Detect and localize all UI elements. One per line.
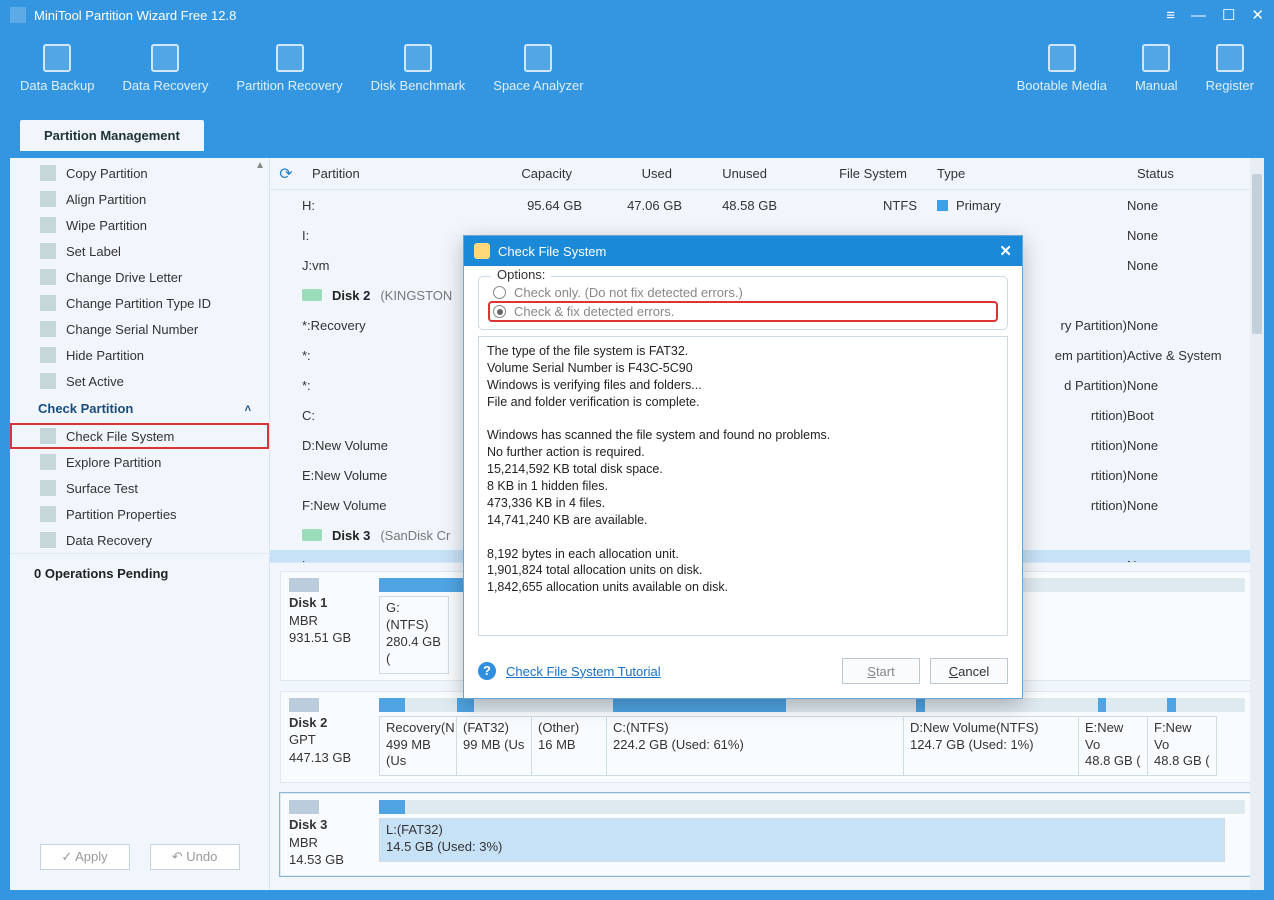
sidebar-item-align-partition[interactable]: Align Partition <box>10 186 269 212</box>
sidebar-item-check-file-system[interactable]: Check File System <box>10 423 269 449</box>
tab-strip: Partition Management <box>0 120 1274 151</box>
partition-recovery-button[interactable]: Partition Recovery <box>222 38 356 120</box>
sidebar-item-hide-partition[interactable]: Hide Partition <box>10 342 269 368</box>
main-toolbar: Data Backup Data Recovery Partition Reco… <box>0 30 1274 120</box>
sidebar-item-wipe-partition[interactable]: Wipe Partition <box>10 212 269 238</box>
data-recovery-button[interactable]: Data Recovery <box>108 38 222 120</box>
label-icon <box>40 243 56 259</box>
disk-map-2[interactable]: Disk 2GPT447.13 GB Recovery(N499 MB (Us(… <box>280 691 1254 784</box>
disk-map-3[interactable]: Disk 3MBR14.53 GB L:(FAT32)14.5 GB (Used… <box>280 793 1254 876</box>
radio-checked-icon <box>493 305 506 318</box>
chevron-up-icon: ˄ <box>245 403 251 415</box>
col-filesystem[interactable]: File System <box>777 166 917 181</box>
manual-button[interactable]: Manual <box>1121 38 1192 120</box>
usb-icon <box>1048 44 1076 72</box>
id-icon <box>40 295 56 311</box>
col-status[interactable]: Status <box>1127 166 1264 181</box>
title-bar: MiniTool Partition Wizard Free 12.8 ≡ — … <box>0 0 1274 30</box>
properties-icon <box>40 506 56 522</box>
disk-icon <box>302 289 322 301</box>
dialog-close-icon[interactable]: ✕ <box>999 242 1012 260</box>
explore-icon <box>40 454 56 470</box>
benchmark-icon <box>404 44 432 72</box>
bootable-media-button[interactable]: Bootable Media <box>1003 38 1121 120</box>
close-icon[interactable]: ✕ <box>1251 6 1264 24</box>
recovery-icon <box>151 44 179 72</box>
vertical-scrollbar[interactable] <box>1250 158 1264 890</box>
scroll-up-icon[interactable]: ▲ <box>255 160 265 171</box>
sidebar-item-set-label[interactable]: Set Label <box>10 238 269 264</box>
letter-icon <box>40 269 56 285</box>
wipe-icon <box>40 217 56 233</box>
col-used[interactable]: Used <box>582 166 682 181</box>
operations-pending: 0 Operations Pending <box>10 553 269 593</box>
col-type[interactable]: Type <box>917 166 1127 181</box>
col-unused[interactable]: Unused <box>682 166 777 181</box>
user-plus-icon <box>1216 44 1244 72</box>
sidebar-item-change-drive-letter[interactable]: Change Drive Letter <box>10 264 269 290</box>
sidebar-item-change-serial[interactable]: Change Serial Number <box>10 316 269 342</box>
apply-button[interactable]: ✓ Apply <box>40 844 130 870</box>
minimize-icon[interactable]: — <box>1191 7 1206 24</box>
disk-icon <box>302 529 322 541</box>
app-icon <box>10 7 26 23</box>
sidebar-list: Copy Partition Align Partition Wipe Part… <box>10 158 269 890</box>
active-icon <box>40 373 56 389</box>
sidebar-item-copy-partition[interactable]: Copy Partition <box>10 160 269 186</box>
tutorial-link[interactable]: Check File System Tutorial <box>506 664 661 679</box>
data-recovery-icon <box>40 532 56 548</box>
analyzer-icon <box>524 44 552 72</box>
copy-icon <box>40 165 56 181</box>
register-button[interactable]: Register <box>1192 38 1268 120</box>
check-file-system-dialog: Check File System ✕ Options: Check only.… <box>463 235 1023 699</box>
hdd-icon <box>289 578 319 592</box>
hide-icon <box>40 347 56 363</box>
radio-icon <box>493 286 506 299</box>
surface-icon <box>40 480 56 496</box>
sidebar-item-data-recovery[interactable]: Data Recovery <box>10 527 269 553</box>
dialog-title: Check File System <box>498 244 991 259</box>
sidebar-item-surface-test[interactable]: Surface Test <box>10 475 269 501</box>
align-icon <box>40 191 56 207</box>
usb-drive-icon <box>289 800 319 814</box>
start-button[interactable]: Start <box>842 658 920 684</box>
dialog-title-bar[interactable]: Check File System ✕ <box>464 236 1022 266</box>
grid-header: ⟳ Partition Capacity Used Unused File Sy… <box>270 158 1264 190</box>
cancel-button[interactable]: Cancel <box>930 658 1008 684</box>
log-output[interactable]: The type of the file system is FAT32. Vo… <box>478 336 1008 636</box>
dialog-icon <box>474 243 490 259</box>
options-legend: Options: <box>491 267 551 282</box>
help-icon[interactable]: ? <box>478 662 496 680</box>
tab-partition-management[interactable]: Partition Management <box>20 120 204 151</box>
serial-icon <box>40 321 56 337</box>
sidebar-item-partition-properties[interactable]: Partition Properties <box>10 501 269 527</box>
options-group: Options: Check only. (Do not fix detecte… <box>478 276 1008 330</box>
check-fs-icon <box>40 428 56 444</box>
disk-benchmark-button[interactable]: Disk Benchmark <box>357 38 480 120</box>
radio-check-only[interactable]: Check only. (Do not fix detected errors.… <box>489 283 997 302</box>
data-backup-button[interactable]: Data Backup <box>6 38 108 120</box>
window-title: MiniTool Partition Wizard Free 12.8 <box>34 8 1166 23</box>
book-icon <box>1142 44 1170 72</box>
hamburger-icon[interactable]: ≡ <box>1166 7 1175 24</box>
backup-icon <box>43 44 71 72</box>
sidebar-item-change-type-id[interactable]: Change Partition Type ID <box>10 290 269 316</box>
refresh-icon[interactable]: ⟳ <box>270 164 302 184</box>
space-analyzer-button[interactable]: Space Analyzer <box>479 38 597 120</box>
maximize-icon[interactable]: ☐ <box>1222 6 1235 24</box>
undo-button[interactable]: ↶ Undo <box>150 844 240 870</box>
col-capacity[interactable]: Capacity <box>467 166 582 181</box>
sidebar: ▲ Copy Partition Align Partition Wipe Pa… <box>10 158 270 890</box>
partition-recovery-icon <box>276 44 304 72</box>
sidebar-item-explore-partition[interactable]: Explore Partition <box>10 449 269 475</box>
col-partition[interactable]: Partition <box>302 166 467 181</box>
hdd-icon <box>289 698 319 712</box>
table-row[interactable]: H:95.64 GB47.06 GB48.58 GBNTFSPrimaryNon… <box>270 190 1264 220</box>
sidebar-item-set-active[interactable]: Set Active <box>10 368 269 394</box>
sidebar-section-check-partition[interactable]: Check Partition˄ <box>10 394 269 423</box>
radio-check-and-fix[interactable]: Check & fix detected errors. <box>489 302 997 321</box>
